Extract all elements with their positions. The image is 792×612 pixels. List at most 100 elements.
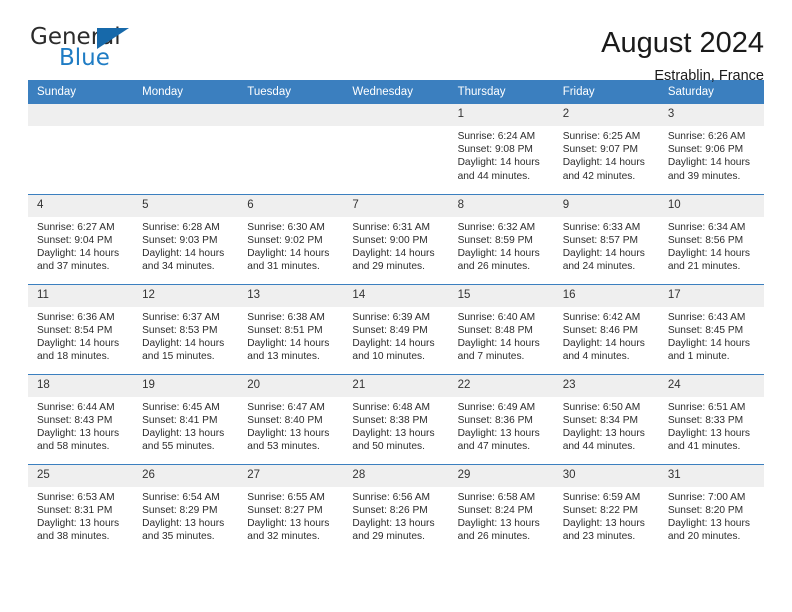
day-details: Sunrise: 6:56 AM Sunset: 8:26 PM Daylight:… bbox=[343, 487, 448, 548]
day-detail-line: Sunrise: 6:31 AM bbox=[352, 221, 431, 233]
day-cell-content: 2 Sunrise: 6:25 AM Sunset: 9:07 PM Daylight… bbox=[553, 104, 659, 194]
day-details: Sunrise: 6:28 AM Sunset: 9:03 PM Daylight:… bbox=[133, 217, 238, 278]
day-details: Sunrise: 6:43 AM Sunset: 8:45 PM Daylight:… bbox=[659, 307, 764, 368]
day-detail-line: Sunrise: 6:48 AM bbox=[352, 401, 431, 413]
day-detail-line: Sunset: 8:40 PM bbox=[247, 414, 323, 426]
calendar-day-cell[interactable]: 27 Sunrise: 6:55 AM Sunset: 8:27 PM Dayligh… bbox=[238, 463, 344, 554]
calendar-day-cell[interactable]: 15 Sunrise: 6:40 AM Sunset: 8:48 PM Dayligh… bbox=[448, 283, 554, 374]
day-details: Sunrise: 6:42 AM Sunset: 8:46 PM Daylight:… bbox=[554, 307, 659, 368]
day-detail-line: Daylight: 14 hours bbox=[37, 337, 120, 349]
day-detail-line: Daylight: 14 hours bbox=[457, 157, 540, 169]
day-detail-line: Sunset: 8:38 PM bbox=[352, 414, 428, 426]
day-number: 16 bbox=[553, 284, 659, 307]
day-details: Sunrise: 6:55 AM Sunset: 8:27 PM Daylight:… bbox=[238, 487, 343, 548]
day-detail-line: Sunset: 8:46 PM bbox=[562, 324, 639, 336]
calendar-day-cell[interactable]: 28 Sunrise: 6:56 AM Sunset: 8:26 PM Dayligh… bbox=[343, 463, 449, 555]
calendar-day-cell[interactable]: 19 Sunrise: 6:45 AM Sunset: 8:41 PM Dayligh… bbox=[133, 373, 239, 464]
day-detail-line: Sunrise: 6:58 AM bbox=[457, 491, 536, 503]
calendar-day-cell[interactable]: 22 Sunrise: 6:49 AM Sunset: 8:36 PM Dayligh… bbox=[448, 373, 554, 464]
calendar-day-cell[interactable]: 16 Sunrise: 6:42 AM Sunset: 8:46 PM Dayligh… bbox=[553, 283, 659, 374]
day-detail-line: and 37 minutes. bbox=[37, 261, 110, 273]
day-details: Sunrise: 6:25 AM Sunset: 9:07 PM Daylight:… bbox=[554, 126, 659, 187]
day-details: Sunrise: 6:39 AM Sunset: 8:49 PM Daylight:… bbox=[343, 307, 448, 368]
calendar-day-cell[interactable]: 23 Sunrise: 6:50 AM Sunset: 8:34 PM Dayligh… bbox=[553, 373, 659, 464]
calendar-day-cell[interactable]: 1 Sunrise: 6:24 AM Sunset: 9:08 PM Daylight… bbox=[448, 104, 554, 194]
calendar-day-cell[interactable]: 25 Sunrise: 6:53 AM Sunset: 8:31 PM Dayligh… bbox=[28, 463, 134, 555]
day-details: Sunrise: 6:44 AM Sunset: 8:43 PM Daylight:… bbox=[28, 397, 133, 458]
calendar-day-cell[interactable]: 10 Sunrise: 6:34 AM Sunset: 8:56 PM Dayligh… bbox=[658, 193, 764, 284]
day-details: Sunrise: 6:58 AM Sunset: 8:24 PM Daylight:… bbox=[449, 487, 554, 548]
day-detail-line: Daylight: 13 hours bbox=[37, 427, 120, 439]
day-cell-content bbox=[133, 104, 239, 194]
calendar-day-cell[interactable]: 4 Sunrise: 6:27 AM Sunset: 9:04 PM Daylight… bbox=[28, 193, 134, 284]
calendar-day-cell[interactable]: 21 Sunrise: 6:48 AM Sunset: 8:38 PM Dayligh… bbox=[343, 373, 449, 464]
day-number: 7 bbox=[343, 194, 449, 217]
day-detail-line: Sunrise: 6:55 AM bbox=[247, 491, 325, 503]
day-detail-line: Sunrise: 6:47 AM bbox=[247, 401, 325, 413]
day-number: 10 bbox=[658, 194, 764, 217]
calendar-day-cell[interactable]: 17 Sunrise: 6:43 AM Sunset: 8:45 PM Dayligh… bbox=[658, 283, 764, 374]
day-details: Sunrise: 6:27 AM Sunset: 9:04 PM Daylight:… bbox=[28, 217, 133, 278]
day-detail-line: Daylight: 13 hours bbox=[247, 427, 330, 439]
day-detail-line: and 23 minutes. bbox=[562, 531, 636, 543]
day-detail-line: Sunset: 8:41 PM bbox=[142, 414, 218, 426]
day-detail-line: Sunrise: 6:36 AM bbox=[37, 311, 115, 323]
brand-logo[interactable]: General Blue bbox=[28, 24, 146, 74]
day-cell-content bbox=[28, 104, 134, 194]
day-detail-line: and 24 minutes. bbox=[562, 261, 636, 273]
calendar-day-cell[interactable]: 24 Sunrise: 6:51 AM Sunset: 8:33 PM Dayligh… bbox=[658, 373, 764, 464]
day-detail-line: Sunrise: 6:25 AM bbox=[562, 131, 641, 142]
day-detail-line: Sunset: 8:59 PM bbox=[457, 234, 533, 246]
day-cell-content: 10 Sunrise: 6:34 AM Sunset: 8:56 PM Dayligh… bbox=[658, 194, 764, 284]
day-detail-line: and 26 minutes. bbox=[457, 261, 531, 273]
calendar-day-cell[interactable]: 11 Sunrise: 6:36 AM Sunset: 8:54 PM Dayligh… bbox=[28, 283, 134, 374]
calendar-day-cell[interactable]: 31 Sunrise: 7:00 AM Sunset: 8:20 PM Dayligh… bbox=[658, 463, 764, 554]
day-number bbox=[238, 104, 344, 126]
day-detail-line: and 31 minutes. bbox=[247, 261, 320, 273]
day-cell-content: 12 Sunrise: 6:37 AM Sunset: 8:53 PM Dayligh… bbox=[133, 284, 239, 374]
day-details: Sunrise: 6:54 AM Sunset: 8:29 PM Daylight:… bbox=[133, 487, 238, 548]
day-detail-line: Daylight: 14 hours bbox=[352, 337, 435, 349]
day-detail-line: Sunset: 8:33 PM bbox=[667, 414, 744, 426]
day-detail-line: and 34 minutes. bbox=[142, 261, 215, 273]
calendar-empty-cell bbox=[238, 104, 344, 194]
day-detail-line: and 42 minutes. bbox=[562, 170, 636, 182]
day-details: Sunrise: 6:50 AM Sunset: 8:34 PM Daylight:… bbox=[554, 397, 659, 458]
day-cell-content: 3 Sunrise: 6:26 AM Sunset: 9:06 PM Daylight… bbox=[658, 104, 764, 194]
calendar-day-cell[interactable]: 2 Sunrise: 6:25 AM Sunset: 9:07 PM Daylight… bbox=[553, 104, 659, 194]
day-detail-line: Sunrise: 6:30 AM bbox=[247, 221, 325, 233]
calendar-day-cell[interactable]: 18 Sunrise: 6:44 AM Sunset: 8:43 PM Dayligh… bbox=[28, 373, 134, 464]
calendar-day-cell[interactable]: 20 Sunrise: 6:47 AM Sunset: 8:40 PM Dayligh… bbox=[238, 373, 344, 464]
calendar-day-cell[interactable]: 26 Sunrise: 6:54 AM Sunset: 8:29 PM Dayligh… bbox=[133, 463, 239, 554]
calendar-day-cell[interactable]: 29 Sunrise: 6:58 AM Sunset: 8:24 PM Dayligh… bbox=[448, 463, 554, 555]
calendar-day-cell[interactable]: 3 Sunrise: 6:26 AM Sunset: 9:06 PM Daylight… bbox=[658, 104, 764, 194]
day-detail-line: Daylight: 13 hours bbox=[457, 517, 540, 529]
day-cell-content: 29 Sunrise: 6:58 AM Sunset: 8:24 PM Dayligh… bbox=[448, 464, 554, 555]
day-cell-content bbox=[343, 104, 449, 194]
calendar-day-cell[interactable]: 14 Sunrise: 6:39 AM Sunset: 8:49 PM Dayligh… bbox=[343, 283, 449, 374]
day-cell-content: 28 Sunrise: 6:56 AM Sunset: 8:26 PM Dayligh… bbox=[343, 464, 449, 555]
day-detail-line: and 7 minutes. bbox=[457, 351, 525, 363]
day-detail-line: Sunset: 8:29 PM bbox=[142, 504, 218, 516]
calendar-day-cell[interactable]: 6 Sunrise: 6:30 AM Sunset: 9:02 PM Daylight… bbox=[238, 193, 344, 284]
calendar-day-cell[interactable]: 7 Sunrise: 6:31 AM Sunset: 9:00 PM Daylight… bbox=[343, 193, 449, 284]
day-details: Sunrise: 6:47 AM Sunset: 8:40 PM Daylight:… bbox=[238, 397, 343, 458]
day-details: Sunrise: 6:33 AM Sunset: 8:57 PM Daylight:… bbox=[554, 217, 659, 278]
day-detail-line: Daylight: 13 hours bbox=[352, 517, 435, 529]
calendar-day-cell[interactable]: 13 Sunrise: 6:38 AM Sunset: 8:51 PM Dayligh… bbox=[238, 283, 344, 374]
calendar-day-cell[interactable]: 12 Sunrise: 6:37 AM Sunset: 8:53 PM Dayligh… bbox=[133, 283, 239, 374]
day-detail-line: and 29 minutes. bbox=[352, 261, 425, 273]
day-number: 28 bbox=[343, 464, 449, 487]
day-detail-line: Sunrise: 6:44 AM bbox=[37, 401, 115, 413]
calendar-day-cell[interactable]: 30 Sunrise: 6:59 AM Sunset: 8:22 PM Dayligh… bbox=[553, 463, 659, 554]
day-detail-line: and 1 minute. bbox=[667, 351, 730, 363]
day-detail-line: and 10 minutes. bbox=[352, 351, 425, 363]
day-detail-line: Daylight: 13 hours bbox=[142, 517, 225, 529]
calendar-day-cell[interactable]: 5 Sunrise: 6:28 AM Sunset: 9:03 PM Daylight… bbox=[133, 193, 239, 284]
day-cell-content: 25 Sunrise: 6:53 AM Sunset: 8:31 PM Dayligh… bbox=[28, 464, 134, 555]
calendar-day-cell[interactable]: 9 Sunrise: 6:33 AM Sunset: 8:57 PM Daylight… bbox=[553, 193, 659, 284]
day-number: 11 bbox=[28, 284, 134, 307]
calendar-day-cell[interactable]: 8 Sunrise: 6:32 AM Sunset: 8:59 PM Daylight… bbox=[448, 193, 554, 284]
day-details: Sunrise: 7:00 AM Sunset: 8:20 PM Daylight:… bbox=[659, 487, 764, 548]
calendar-page: General Blue August 2024 Estrablin, Fran… bbox=[0, 0, 792, 612]
